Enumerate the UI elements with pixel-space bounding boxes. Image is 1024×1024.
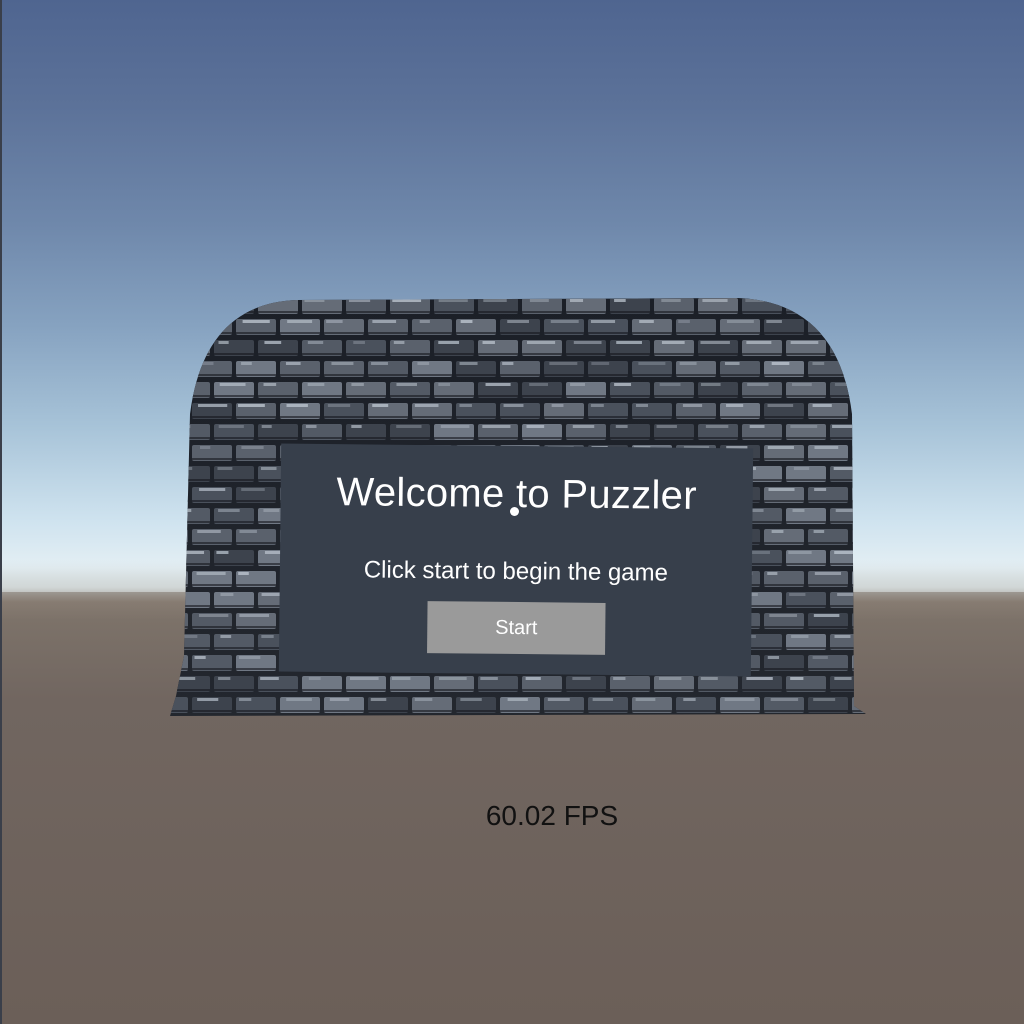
welcome-panel: Welcome to Puzzler Click start to begin … — [278, 443, 754, 677]
start-button[interactable]: Start — [427, 601, 606, 655]
cursor-reticle — [510, 507, 519, 516]
viewport-edge — [0, 0, 2, 1024]
fps-counter: 60.02 FPS — [485, 800, 619, 831]
game-scene: Welcome to Puzzler Click start to begin … — [0, 0, 1024, 1024]
instructions-text: Click start to begin the game — [363, 556, 669, 587]
